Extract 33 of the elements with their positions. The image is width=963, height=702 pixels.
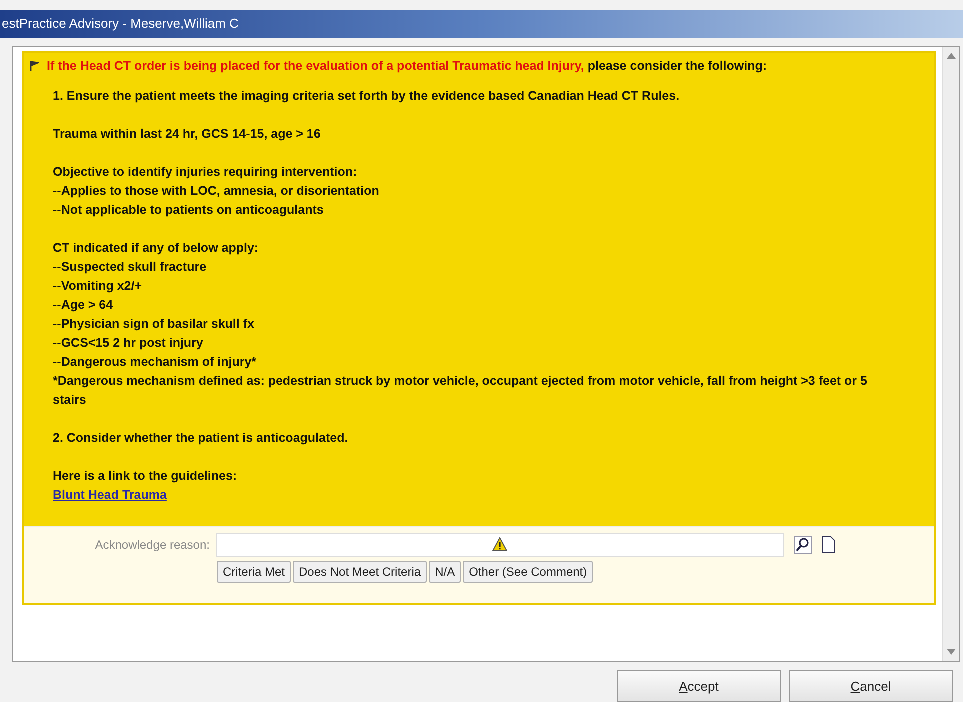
- dialog-button[interactable]: Cancel: [789, 670, 953, 702]
- scroll-up-icon[interactable]: [946, 52, 956, 59]
- advisory-text: --Not applicable to patients on anticoagulants: [53, 202, 325, 219]
- reason-button[interactable]: Does Not Meet Criteria: [293, 560, 428, 583]
- advisory-text: --Vomiting x2/+: [53, 278, 144, 295]
- advisory-text: Objective to identify injuries requiring intervention:: [53, 164, 358, 181]
- acknowledge-field[interactable]: [216, 532, 784, 557]
- advisory-heading: If the Head CT order is being placed for the evaluation of a potential Traumatic head Injury, please consider the following:: [47, 58, 768, 73]
- advisory-text: *Dangerous mechanism defined as: pedestrian struck by motor vehicle, occupant ejected from motor vehicle, fall from height >3 feet or 5 stairs: [53, 372, 868, 409]
- advisory-text: --Applies to those with LOC, amnesia, or disorientation: [53, 182, 380, 200]
- advisory-text: --Dangerous mechanism of injury*: [53, 354, 258, 371]
- advisory-text: CT indicated if any of below apply:: [53, 240, 260, 257]
- advisory-text: 2. Consider whether the patient is anticoagulated.: [53, 430, 350, 447]
- dialog-button[interactable]: Accept: [617, 670, 781, 702]
- advisory-text: --Suspected skull fracture: [53, 258, 208, 276]
- reason-button[interactable]: Criteria Met: [217, 560, 292, 583]
- flag-icon: [30, 60, 39, 71]
- advisory-text: 1. Ensure the patient meets the imaging criteria set forth by the evidence based Canadian Head CT Rules.: [53, 88, 681, 105]
- reason-button[interactable]: N/A: [429, 560, 462, 583]
- advisory-text: --Age > 64: [53, 296, 114, 314]
- window-title: estPractice Advisory - Meserve,William C: [2, 16, 239, 32]
- document-icon[interactable]: [822, 536, 836, 554]
- search-icon[interactable]: [794, 536, 812, 554]
- advisory-text: --Physician sign of basilar skull fx: [53, 316, 256, 333]
- advisory-text: Here is a link to the guidelines:: [53, 468, 238, 485]
- acknowledge-label: Acknowledge reason:: [94, 538, 210, 552]
- warning-icon: [492, 537, 508, 552]
- advisory-text: Trauma within last 24 hr, GCS 14-15, age > 16: [53, 126, 322, 143]
- advisory-text: --GCS<15 2 hr post injury: [53, 334, 204, 352]
- scroll-down-icon[interactable]: [946, 649, 956, 655]
- reason-button[interactable]: Other (See Comment): [463, 560, 594, 583]
- scrollbar[interactable]: [942, 46, 959, 661]
- guideline-link[interactable]: Blunt Head Trauma: [53, 488, 167, 502]
